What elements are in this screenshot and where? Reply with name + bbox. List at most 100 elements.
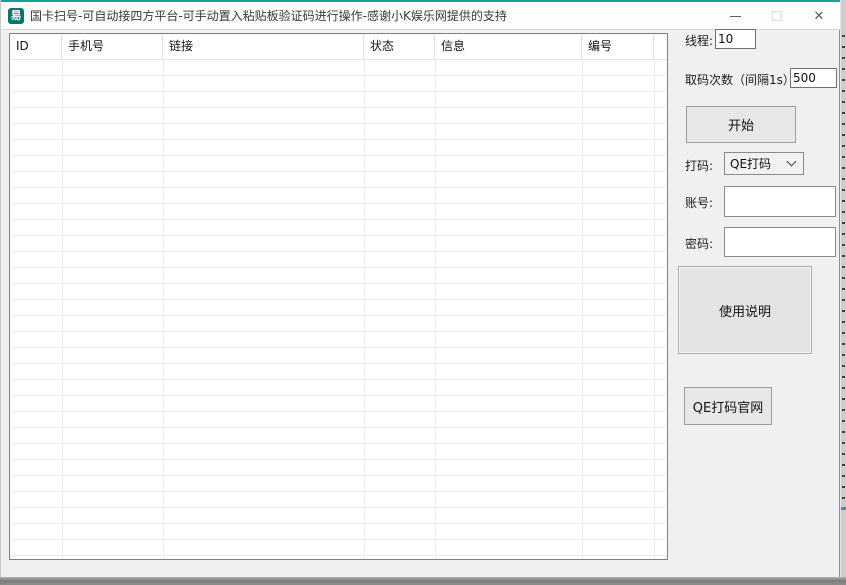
table-row [10,156,667,172]
ruler-tick [842,145,845,147]
grid-line [163,60,164,559]
ruler-tick [842,68,845,70]
ruler-tick [842,277,845,279]
table-row [10,332,667,348]
ruler-tick [842,189,845,191]
captcha-provider-selected: QE打码 [725,155,788,172]
column-header-spacer[interactable] [654,34,667,60]
password-label: 密码: [685,235,713,252]
ruler-tick [842,343,845,345]
results-table[interactable]: ID手机号链接状态信息编号 [9,33,668,560]
start-button[interactable]: 开始 [686,106,796,143]
ruler-tick [842,46,845,48]
table-row [10,492,667,508]
ruler-tick [842,101,845,103]
table-row [10,172,667,188]
ruler-tick [842,442,845,444]
table-row [10,300,667,316]
ruler-tick [842,35,845,37]
ruler-tick [842,244,845,246]
thread-label: 线程: [685,32,713,49]
table-row [10,428,667,444]
app-window: 易 国卡扫号-可自动接四方平台-可手动置入粘贴板验证码进行操作-感谢小K娱乐网提… [0,0,840,577]
ruler-tick [842,486,845,488]
table-row [10,412,667,428]
table-row [10,76,667,92]
ruler-tick [842,453,845,455]
window-title: 国卡扫号-可自动接四方平台-可手动置入粘贴板验证码进行操作-感谢小K娱乐网提供的… [30,7,507,24]
fetch-count-input[interactable] [790,68,837,88]
qe-official-site-button[interactable]: QE打码官网 [684,387,772,425]
table-row [10,252,667,268]
ruler-tick [842,233,845,235]
grid-line [654,60,655,559]
ruler-tick [842,156,845,158]
usage-instructions-button[interactable]: 使用说明 [678,266,812,354]
ruler-tick [842,464,845,466]
ruler-tick [842,354,845,356]
ruler-tick [842,167,845,169]
ruler-tick [842,420,845,422]
ruler-tick [842,90,845,92]
column-header-状态[interactable]: 状态 [364,34,435,60]
table-row [10,524,667,540]
table-header: ID手机号链接状态信息编号 [10,34,667,60]
ruler-accent-mark [841,507,846,510]
account-input[interactable] [724,186,836,217]
ruler-tick [842,255,845,257]
window-controls: ✕ [714,2,840,30]
ruler-tick [842,332,845,334]
ruler-tick [842,497,845,499]
table-row [10,140,667,156]
ruler-tick [842,288,845,290]
ruler-tick [842,222,845,224]
column-header-ID[interactable]: ID [10,34,62,60]
table-row [10,284,667,300]
password-input[interactable] [724,227,836,257]
ruler-tick [842,475,845,477]
table-row [10,268,667,284]
thread-input[interactable] [715,29,756,49]
column-header-信息[interactable]: 信息 [435,34,582,60]
ruler-tick [842,266,845,268]
table-row [10,444,667,460]
title-bar: 易 国卡扫号-可自动接四方平台-可手动置入粘贴板验证码进行操作-感谢小K娱乐网提… [1,2,840,30]
account-label: 账号: [685,194,713,211]
ruler-tick [842,310,845,312]
table-row [10,60,667,76]
table-body [10,60,667,559]
table-row [10,476,667,492]
captcha-provider-select[interactable]: QE打码 [724,152,804,175]
grid-line [62,60,63,559]
ruler-tick [842,57,845,59]
fetch-count-label: 取码次数（间隔1s） [685,71,795,88]
grid-line [364,60,365,559]
ruler-tick [842,365,845,367]
ruler-tick [842,431,845,433]
captcha-provider-label: 打码: [685,157,713,174]
table-row [10,92,667,108]
table-row [10,364,667,380]
maximize-icon [772,11,782,21]
minimize-icon [730,16,741,17]
column-header-链接[interactable]: 链接 [163,34,364,60]
grid-line [582,60,583,559]
maximize-button[interactable] [756,2,798,30]
table-row [10,540,667,556]
close-button[interactable]: ✕ [798,2,840,30]
grid-line [435,60,436,559]
table-row [10,236,667,252]
ruler-tick [842,376,845,378]
background-ruler-strip [840,0,846,585]
ruler-tick [842,79,845,81]
table-row [10,348,667,364]
ruler-tick [842,211,845,213]
chevron-down-icon [787,157,797,167]
ruler-tick [842,123,845,125]
ruler-tick [842,134,845,136]
column-header-编号[interactable]: 编号 [582,34,654,60]
minimize-button[interactable] [714,2,756,30]
table-row [10,220,667,236]
column-header-手机号[interactable]: 手机号 [62,34,163,60]
table-row [10,508,667,524]
